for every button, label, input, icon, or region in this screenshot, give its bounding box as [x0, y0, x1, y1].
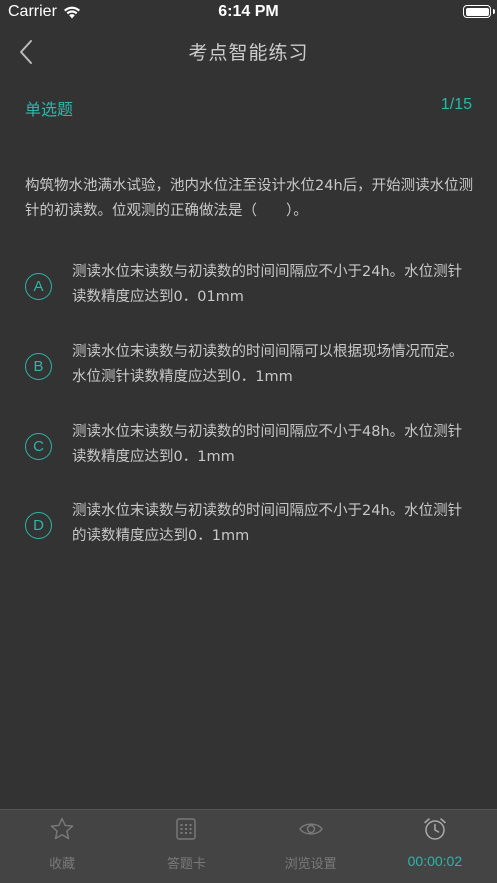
status-bar: Carrier 6:14 PM: [0, 0, 497, 26]
option-letter-badge: D: [25, 512, 52, 539]
navigation-bar: 考点智能练习: [0, 26, 497, 78]
option-d[interactable]: D 测读水位末读数与初读数的时间间隔应不小于24h。水位测针的读数精度应达到0．…: [25, 503, 475, 549]
option-a[interactable]: A 测读水位末读数与初读数的时间间隔应不小于24h。水位测针读数精度应达到0．0…: [25, 264, 475, 310]
status-time: 6:14 PM: [218, 3, 279, 20]
option-text: 测读水位末读数与初读数的时间间隔应不小于24h。水位测针读数精度应达到0．01m…: [72, 264, 463, 305]
question-text: 构筑物水池满水试验，池内水位注至设计水位24h后，开始测读水位测针的初读数。位观…: [25, 178, 474, 219]
tab-label: 收藏: [49, 857, 76, 872]
page-title: 考点智能练习: [188, 42, 309, 64]
bottom-tab-bar: 收藏 答题卡 浏览设置 00:00:02: [0, 809, 497, 883]
tab-answer-card[interactable]: 答题卡: [124, 810, 248, 883]
option-letter-badge: A: [25, 273, 52, 300]
option-b[interactable]: B 测读水位末读数与初读数的时间间隔可以根据现场情况而定。水位测针读数精度应达到…: [25, 344, 475, 390]
tab-label: 答题卡: [166, 857, 206, 872]
tab-view-settings[interactable]: 浏览设置: [249, 810, 373, 883]
question-counter: 1/15: [440, 96, 472, 113]
tab-favorite[interactable]: 收藏: [0, 810, 124, 883]
option-text: 测读水位末读数与初读数的时间间隔可以根据现场情况而定。水位测针读数精度应达到0．…: [72, 344, 464, 385]
grid-card-icon: [176, 818, 197, 840]
option-c[interactable]: C 测读水位末读数与初读数的时间间隔应不小于48h。水位测针读数精度应达到0．1…: [25, 424, 475, 470]
eye-icon: [298, 823, 323, 835]
question-type-label: 单选题: [25, 100, 74, 119]
tab-label: 浏览设置: [284, 857, 337, 872]
alarm-clock-icon: [424, 818, 446, 840]
tab-timer[interactable]: 00:00:02: [373, 810, 497, 883]
option-text: 测读水位末读数与初读数的时间间隔应不小于48h。水位测针读数精度应达到0．1mm: [72, 424, 463, 465]
option-letter-badge: C: [25, 433, 52, 460]
timer-label: 00:00:02: [407, 853, 463, 869]
option-text: 测读水位末读数与初读数的时间间隔应不小于24h。水位测针的读数精度应达到0．1m…: [72, 503, 463, 544]
option-letter-badge: B: [25, 353, 52, 380]
battery-icon: [463, 5, 495, 18]
star-icon: [50, 817, 74, 840]
screen: Carrier 6:14 PM 考点智能练习 单选题 1/15 构筑物水池满水试…: [0, 0, 497, 883]
